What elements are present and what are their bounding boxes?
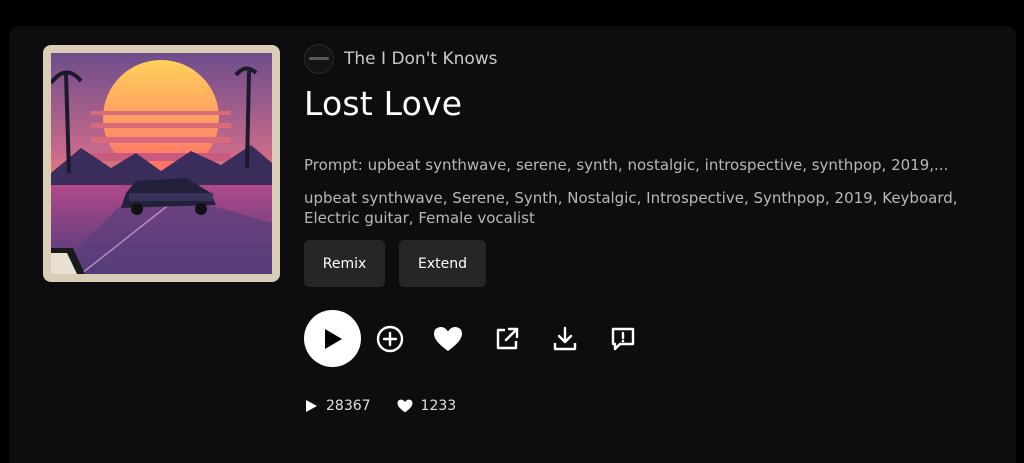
- report-icon: [611, 327, 635, 351]
- download-icon: [553, 326, 577, 351]
- artist-avatar[interactable]: [304, 44, 334, 74]
- song-tags: upbeat synthwave, Serene, Synth, Nostalg…: [304, 189, 958, 227]
- extend-button[interactable]: Extend: [399, 240, 486, 287]
- share-icon: [496, 327, 519, 350]
- like-count-value: 1233: [420, 398, 457, 414]
- like-count-icon: [397, 399, 413, 413]
- play-count-icon: [306, 400, 317, 412]
- song-title: Lost Love: [304, 84, 463, 123]
- like-count: 1233: [397, 398, 457, 414]
- add-to-playlist-button[interactable]: [375, 324, 405, 354]
- play-icon: [324, 328, 342, 349]
- song-prompt: Prompt: upbeat synthwave, serene, synth,…: [304, 156, 949, 174]
- remix-button[interactable]: Remix: [304, 240, 385, 287]
- cover-image: [51, 53, 272, 274]
- play-count: 28367: [304, 398, 371, 414]
- like-button[interactable]: [433, 324, 463, 354]
- add-icon: [376, 325, 404, 353]
- play-count-value: 28367: [326, 398, 371, 414]
- play-button[interactable]: [304, 310, 361, 367]
- report-button[interactable]: [608, 324, 638, 354]
- share-button[interactable]: [492, 324, 522, 354]
- artist-row[interactable]: The I Don't Knows: [304, 44, 498, 74]
- song-stats: 28367 1233: [304, 398, 482, 414]
- download-button[interactable]: [550, 324, 580, 354]
- artist-name[interactable]: The I Don't Knows: [344, 49, 498, 69]
- album-cover: [43, 45, 280, 282]
- heart-icon: [434, 327, 462, 351]
